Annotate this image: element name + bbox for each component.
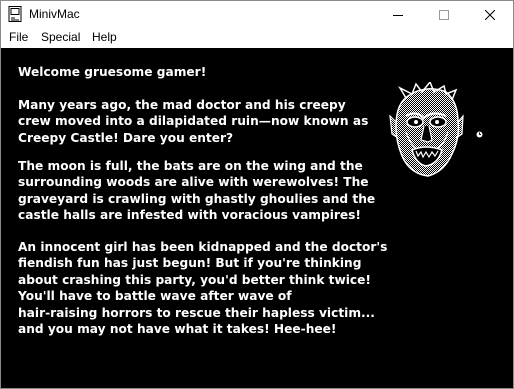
greeting-text: Welcome gruesome gamer!: [18, 64, 206, 80]
story-line: Many years ago, the mad doctor and his c…: [18, 98, 346, 112]
story-line: fiendish fun has just begun! But if you'…: [18, 256, 362, 271]
story-line: You'll have to battle wave after wave of: [18, 289, 292, 304]
close-button[interactable]: [467, 1, 513, 28]
story-line: hair-raising horrors to rescue their hap…: [18, 305, 375, 320]
minimize-icon: [393, 14, 403, 16]
close-icon: [485, 9, 495, 20]
intro-paragraph-3: An innocent girl has been kidnapped and …: [18, 239, 387, 337]
intro-paragraph-2: The moon is full, the bats are on the wi…: [18, 158, 375, 224]
menu-bar: File Special Help: [1, 28, 513, 47]
ghoul-face-icon: [389, 82, 464, 177]
greeting-line: Welcome gruesome gamer!: [18, 65, 207, 79]
window-title: MinivMac: [29, 7, 80, 21]
minimize-button[interactable]: [375, 1, 421, 28]
maximize-icon: [439, 9, 449, 20]
story-line: castle halls are infested with voracious…: [18, 208, 361, 223]
intro-paragraph-1: Many years ago, the mad doctor and his c…: [18, 97, 368, 146]
minivmac-window: MinivMac File Special Help Welcome grues…: [0, 0, 514, 389]
story-line: and you may not have what it takes! Hee-…: [18, 321, 337, 336]
watch-cursor-icon: [476, 131, 483, 138]
story-line: surrounding woods are alive with werewol…: [18, 175, 369, 190]
story-line: An innocent girl has been kidnapped and …: [18, 240, 388, 254]
story-line: Creepy Castle! Dare you enter?: [18, 130, 234, 145]
story-line: crew moved into a dilapidated ruin—now k…: [18, 114, 369, 129]
emulator-screen[interactable]: Welcome gruesome gamer! Many years ago, …: [1, 48, 513, 388]
story-line: The moon is full, the bats are on the wi…: [18, 159, 363, 173]
menu-help[interactable]: Help: [92, 29, 117, 45]
menu-special[interactable]: Special: [41, 29, 80, 45]
menu-file[interactable]: File: [9, 29, 28, 45]
mac-app-icon: [8, 6, 22, 22]
story-line: graveyard is crawling with ghastly ghoul…: [18, 191, 376, 206]
title-bar[interactable]: MinivMac: [1, 1, 513, 28]
story-line: about crashing this party, you'd better …: [18, 272, 371, 287]
maximize-button[interactable]: [421, 1, 467, 28]
